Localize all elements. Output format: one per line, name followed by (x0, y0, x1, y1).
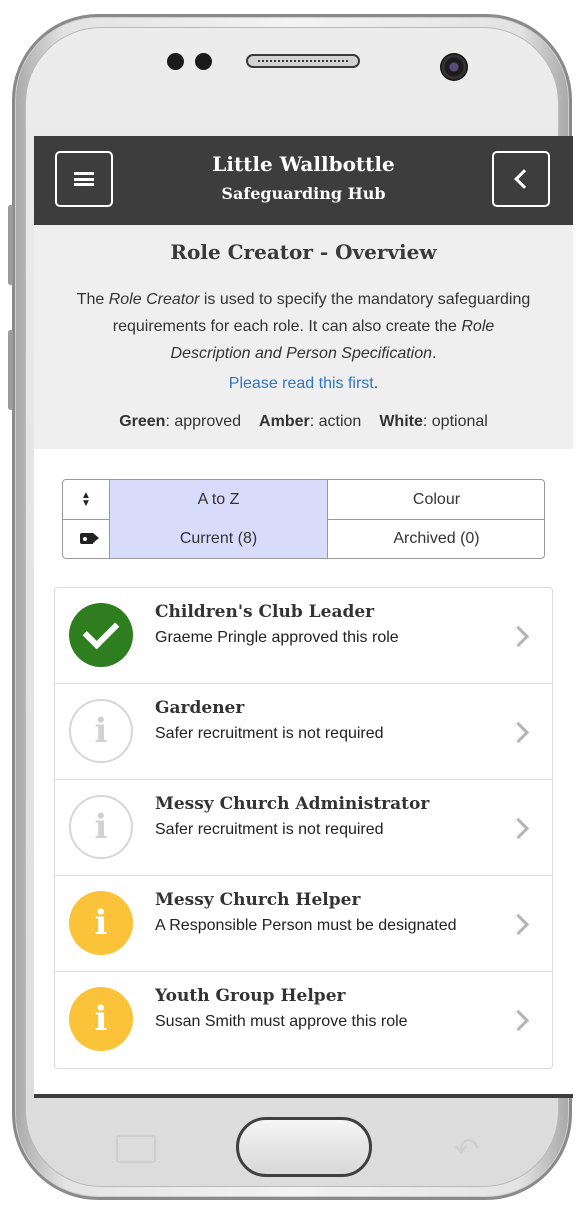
role-item[interactable]: i Youth Group Helper Susan Smith must ap… (55, 972, 552, 1068)
tag-icon (79, 533, 99, 544)
hardware-back-icon: ↶ (454, 1133, 480, 1166)
sort-icon: ▲ ▼ (81, 489, 91, 509)
role-title: Children's Club Leader (155, 602, 375, 622)
intro-text: The Role Creator is used to specify the … (76, 291, 531, 362)
approved-badge (69, 603, 133, 667)
role-item[interactable]: i Gardener Safer recruitment is not requ… (55, 684, 552, 780)
role-item[interactable]: i Messy Church Helper A Responsible Pers… (55, 876, 552, 972)
role-title: Youth Group Helper (155, 986, 346, 1006)
role-status: Graeme Pringle approved this role (155, 629, 399, 646)
page-title: Role Creator - Overview (170, 240, 437, 264)
info-icon: i (94, 711, 108, 751)
role-status: Safer recruitment is not required (155, 725, 384, 742)
colour-legend: Green: approved Amber: action White: optio… (119, 413, 488, 430)
role-title: Gardener (155, 698, 245, 718)
volume-button (8, 205, 13, 285)
chevron-left-icon (513, 169, 534, 189)
power-button (8, 330, 13, 410)
read-first-link-row: Please read this first. (228, 375, 379, 392)
role-item[interactable]: Children's Club Leader Graeme Pringle ap… (55, 588, 552, 684)
filter-icon-cell (63, 519, 110, 558)
role-item[interactable]: i Messy Church Administrator Safer recru… (55, 780, 552, 876)
front-camera (440, 53, 468, 81)
info-icon: i (94, 999, 108, 1039)
filter-row: Current (8) Archived (0) (63, 519, 544, 558)
role-title: Messy Church Helper (155, 890, 361, 910)
recent-apps-icon (116, 1135, 156, 1163)
chevron-right-icon (507, 1009, 530, 1032)
sort-icon-cell: ▲ ▼ (63, 480, 110, 519)
chevron-right-icon (507, 625, 530, 648)
sensor-dot (195, 53, 212, 70)
action-badge: i (69, 987, 133, 1051)
info-icon: i (94, 807, 108, 847)
sort-row: ▲ ▼ A to Z Colour (63, 480, 544, 520)
optional-badge: i (69, 699, 133, 763)
chevron-right-icon (507, 817, 530, 840)
filter-current-option[interactable]: Current (8) (110, 519, 328, 558)
role-title: Messy Church Administrator (155, 794, 430, 814)
sort-filter-table: ▲ ▼ A to Z Colour Current (8) Archived (0… (62, 479, 545, 559)
sort-colour-option[interactable]: Colour (328, 480, 544, 519)
chevron-right-icon (507, 913, 530, 936)
chevron-right-icon (507, 721, 530, 744)
role-list: Children's Club Leader Graeme Pringle ap… (54, 587, 553, 1069)
optional-badge: i (69, 795, 133, 859)
app-subtitle: Safeguarding Hub (221, 184, 386, 203)
earpiece-speaker (246, 54, 360, 68)
app-title: Little Wallbottle (212, 152, 395, 176)
menu-button[interactable] (55, 151, 113, 207)
hamburger-icon (74, 172, 94, 186)
sensor-dot (167, 53, 184, 70)
action-badge: i (69, 891, 133, 955)
info-icon: i (94, 903, 108, 943)
role-status: Safer recruitment is not required (155, 821, 384, 838)
role-status: A Responsible Person must be designated (155, 917, 457, 934)
home-button[interactable] (236, 1117, 372, 1177)
sort-a-to-z-option[interactable]: A to Z (110, 480, 328, 519)
back-button[interactable] (492, 151, 550, 207)
read-first-link[interactable]: Please read this first (229, 375, 374, 392)
app-header: Little Wallbottle Safeguarding Hub (34, 136, 573, 225)
check-icon (82, 612, 120, 650)
app-screen: Little Wallbottle Safeguarding Hub Role … (34, 136, 573, 1098)
role-status: Susan Smith must approve this role (155, 1013, 408, 1030)
filter-archived-option[interactable]: Archived (0) (328, 519, 544, 558)
screen-bottom-bar (34, 1094, 573, 1098)
